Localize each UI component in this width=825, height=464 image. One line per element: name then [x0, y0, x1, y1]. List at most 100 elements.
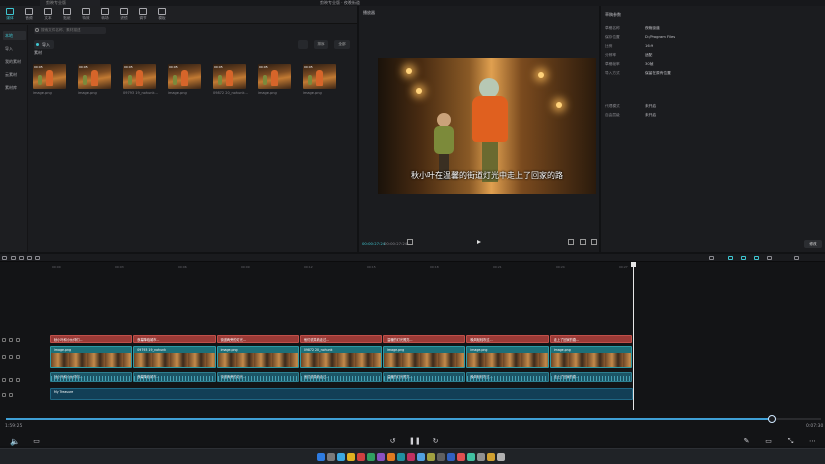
taskbar-app-icon[interactable] [387, 453, 395, 461]
eye-icon[interactable] [9, 378, 13, 382]
mute-icon[interactable] [16, 355, 20, 359]
taskbar-app-icon[interactable] [397, 453, 405, 461]
music-clip[interactable]: My Treasure [50, 388, 633, 400]
sidebar-item[interactable]: 我的素材 [3, 57, 26, 66]
taskbar-app-icon[interactable] [497, 453, 505, 461]
forward-icon[interactable]: ↻ [431, 437, 440, 446]
tool-adjust[interactable]: 调节 [135, 7, 151, 23]
taskbar-app-icon[interactable] [487, 453, 495, 461]
tool-effects[interactable]: 特效 [78, 7, 94, 23]
taskbar-app-icon[interactable] [417, 453, 425, 461]
pen-icon[interactable]: ✎ [742, 437, 751, 446]
taskbar-app-icon[interactable] [457, 453, 465, 461]
tool-template[interactable]: 模板 [154, 7, 170, 23]
preview-axis-icon[interactable] [754, 256, 759, 260]
media-thumbnail[interactable]: 00:05 [303, 64, 336, 89]
delete-icon[interactable] [35, 256, 40, 260]
taskbar-app-icon[interactable] [427, 453, 435, 461]
lock-icon[interactable] [2, 355, 6, 359]
video-clip[interactable]: image.png [216, 346, 299, 368]
zoom-in-icon[interactable] [794, 256, 799, 260]
sidebar-item[interactable]: 云素材 [3, 70, 26, 79]
mute-icon[interactable] [16, 338, 20, 342]
eye-icon[interactable] [9, 393, 13, 397]
pause-icon[interactable]: ❚❚ [409, 437, 421, 446]
text-clip[interactable]: 街道两旁的灯光... [216, 335, 299, 343]
taskbar-app-icon[interactable] [347, 453, 355, 461]
collapse-icon[interactable]: ⤡ [786, 437, 795, 446]
snap-icon[interactable] [728, 256, 733, 260]
link-icon[interactable] [741, 256, 746, 260]
audio-clip[interactable]: 秋小叶和小伙伴们... [50, 372, 133, 382]
undo-icon[interactable] [11, 256, 16, 260]
video-clip[interactable]: image.png [466, 346, 549, 368]
playhead[interactable] [631, 262, 636, 410]
mic-icon[interactable] [709, 256, 714, 260]
taskbar-app-icon[interactable] [447, 453, 455, 461]
timeline-ruler[interactable]: 00:00 00:03 00:06 00:09 00:12 00:15 00:18 00:21… [0, 263, 825, 270]
subtitle-icon[interactable]: ▭ [764, 437, 773, 446]
video-clip[interactable]: image.png [549, 346, 632, 368]
taskbar-app-icon[interactable] [377, 453, 385, 461]
taskbar-app-icon[interactable] [367, 453, 375, 461]
progress-handle[interactable] [768, 415, 776, 423]
taskbar-app-icon[interactable] [407, 453, 415, 461]
caption-icon[interactable]: ▭ [32, 437, 41, 446]
taskbar-app-icon[interactable] [327, 453, 335, 461]
more-icon[interactable]: ⋯ [808, 437, 817, 446]
audio-clip[interactable]: 晚风轻轻吹过... [466, 372, 549, 382]
select-tool-icon[interactable] [2, 256, 7, 260]
taskbar-app-icon[interactable] [467, 453, 475, 461]
lock-icon[interactable] [2, 393, 6, 397]
eye-icon[interactable] [9, 355, 13, 359]
eye-icon[interactable] [9, 338, 13, 342]
zoom-out-icon[interactable] [767, 256, 772, 260]
progress-scrubber[interactable] [6, 415, 821, 423]
text-clip[interactable]: 夜幕降临城市... [133, 335, 216, 343]
audio-clip[interactable]: 夜幕降临城市... [133, 372, 216, 382]
text-clip[interactable]: 晚风轻轻吹过... [466, 335, 549, 343]
playhead-handle[interactable] [631, 262, 636, 267]
taskbar-app-icon[interactable] [337, 453, 345, 461]
tool-transition[interactable]: 转场 [97, 7, 113, 23]
lock-icon[interactable] [2, 378, 6, 382]
taskbar-app-icon[interactable] [357, 453, 365, 461]
taskbar-app-icon[interactable] [437, 453, 445, 461]
taskbar-app-icon[interactable] [317, 453, 325, 461]
timecode-toggle-icon[interactable] [407, 239, 413, 245]
audio-clip[interactable]: 他们说笑着走过... [299, 372, 383, 382]
text-clip[interactable]: 秋小叶和小伙伴们... [50, 335, 133, 343]
audio-clip[interactable]: 街道两旁的灯光... [216, 372, 299, 382]
sort-button[interactable]: 排序 [314, 40, 328, 49]
sidebar-item[interactable]: 导入 [3, 44, 26, 53]
volume-icon[interactable]: 🔈 [10, 437, 20, 446]
media-thumbnail[interactable]: 00:05 [213, 64, 246, 89]
split-icon[interactable] [27, 256, 32, 260]
search-input[interactable]: 搜索文件名称、素材描述 [34, 27, 106, 34]
video-clip[interactable]: image.png [383, 346, 466, 368]
media-thumbnail[interactable]: 00:05 [168, 64, 201, 89]
tool-text[interactable]: 文本 [40, 7, 56, 23]
rewind-icon[interactable]: ↺ [388, 437, 397, 446]
tool-sticker[interactable]: 贴纸 [59, 7, 75, 23]
media-thumbnail[interactable]: 00:05 [123, 64, 156, 89]
modify-button[interactable]: 修改 [804, 240, 822, 248]
media-thumbnail[interactable]: 00:05 [78, 64, 111, 89]
audio-clip[interactable]: 温暖的灯光照亮... [383, 372, 466, 382]
play-icon[interactable] [477, 240, 481, 244]
text-clip[interactable]: 他们说笑着走过... [299, 335, 383, 343]
sidebar-item[interactable]: 素材库 [3, 83, 26, 92]
tool-media[interactable]: 媒体 [2, 7, 18, 23]
text-clip[interactable]: 走上了回家的路... [549, 335, 632, 343]
mute-icon[interactable] [16, 378, 20, 382]
tool-filter[interactable]: 滤镜 [116, 7, 132, 23]
video-clip[interactable]: image.png [50, 346, 133, 368]
media-thumbnail[interactable]: 00:05 [33, 64, 66, 89]
media-thumbnail[interactable]: 00:05 [258, 64, 291, 89]
lock-icon[interactable] [2, 338, 6, 342]
ratio-icon[interactable] [580, 239, 586, 245]
filter-button[interactable]: 全部 [334, 40, 350, 49]
audio-clip[interactable]: 走上了回家的路... [549, 372, 632, 382]
video-preview[interactable]: 秋小叶在温馨的街道灯光中走上了回家的路 [378, 58, 596, 194]
sidebar-item[interactable]: 本地 [3, 31, 26, 40]
